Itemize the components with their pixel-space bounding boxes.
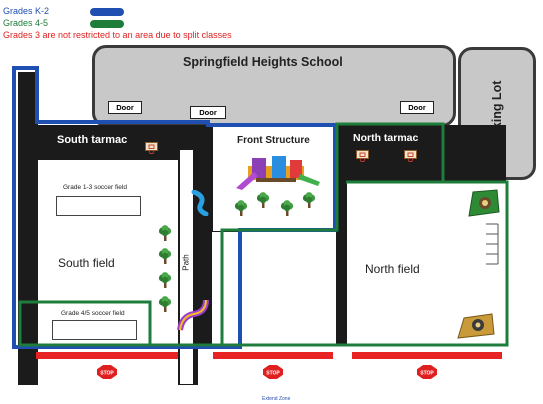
stop-sign-icon <box>416 364 438 380</box>
stop-line-center <box>213 352 333 359</box>
tree-icon <box>302 192 316 208</box>
tree-icon <box>234 200 248 216</box>
basketball-hoop-icon <box>356 150 369 162</box>
tree-icon <box>158 272 172 288</box>
footer-caption: Extend Zone <box>262 396 291 402</box>
soccer-13-label: Grade 1-3 soccer field <box>63 184 127 191</box>
stop-line-south <box>36 352 178 359</box>
north-tarmac-label: North tarmac <box>353 132 419 144</box>
stop-sign-icon <box>96 364 118 380</box>
front-structure-label: Front Structure <box>237 135 310 146</box>
soccer-field-13 <box>55 195 141 216</box>
soccer-field-45 <box>51 319 137 340</box>
stop-line-north <box>352 352 502 359</box>
north-field-lines <box>486 223 499 265</box>
north-field-label: North field <box>365 262 420 276</box>
south-field-label: South field <box>58 256 115 270</box>
stop-sign-icon <box>262 364 284 380</box>
path-label: Path <box>181 254 191 271</box>
tree-icon <box>158 225 172 241</box>
climbing-structure-icon <box>236 156 320 190</box>
tree-icon <box>256 192 270 208</box>
activity-equipment-icon <box>468 189 500 217</box>
slide-icon <box>191 190 209 216</box>
south-tarmac-label: South tarmac <box>57 134 128 146</box>
activity-equipment-icon <box>457 313 495 339</box>
tree-icon <box>280 200 294 216</box>
basketball-hoop-icon <box>404 150 417 162</box>
basketball-hoop-icon <box>145 142 158 154</box>
tree-icon <box>158 248 172 264</box>
slide-icon <box>177 299 209 331</box>
soccer-45-label: Grade 4/5 soccer field <box>61 310 125 317</box>
tree-icon <box>158 296 172 312</box>
